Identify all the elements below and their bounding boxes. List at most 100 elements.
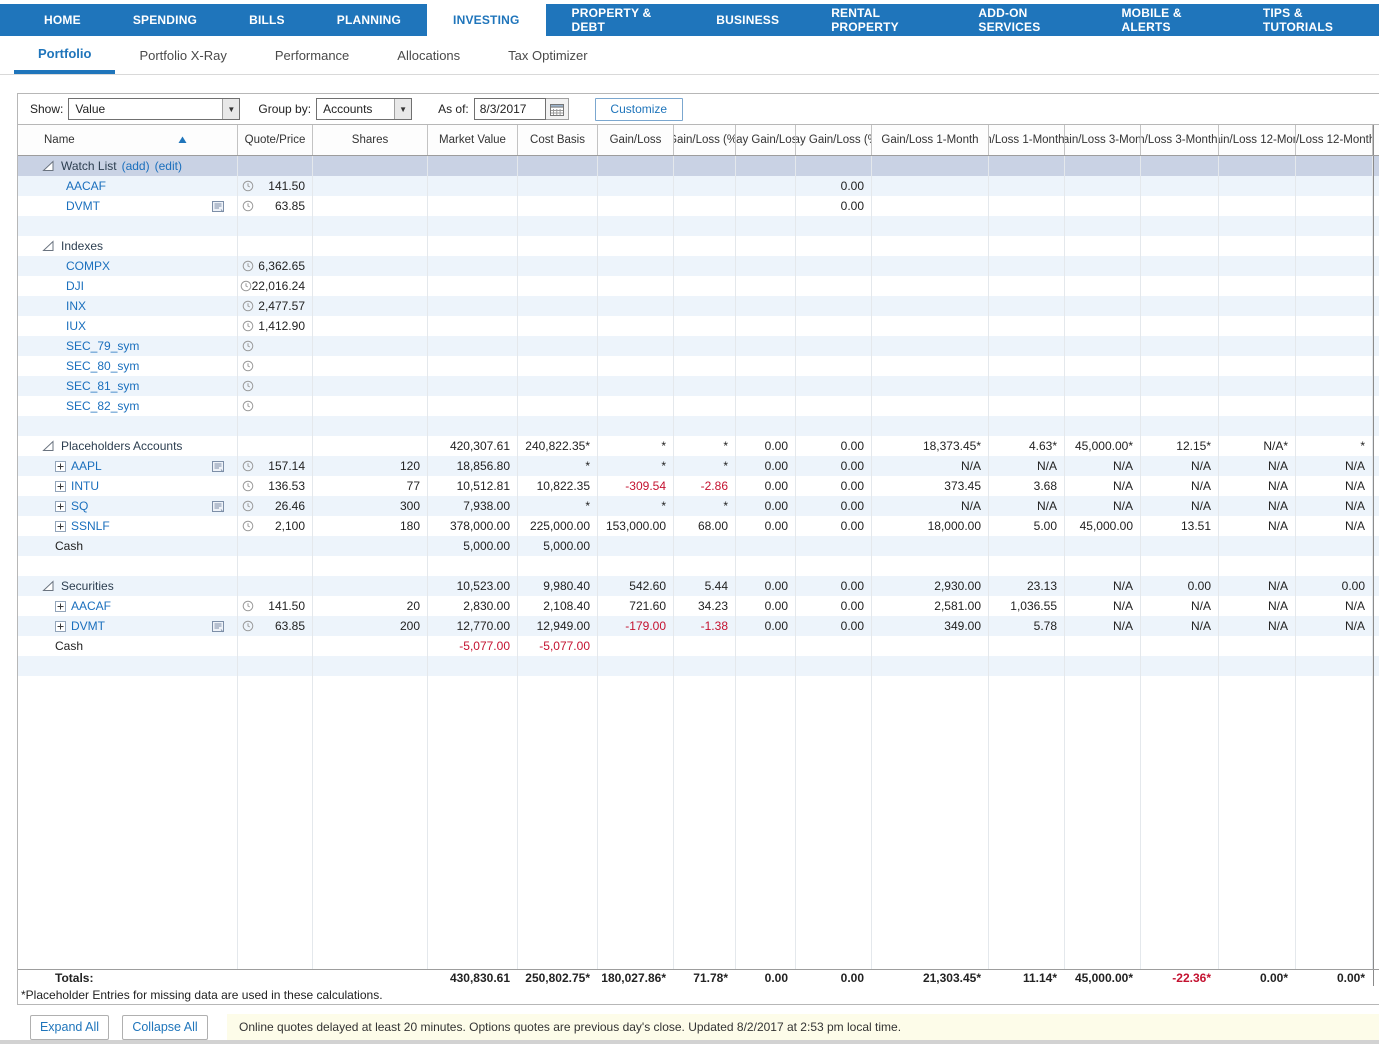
expand-plus-icon[interactable] [55, 521, 66, 532]
clipped-column [1373, 156, 1379, 176]
nav-tab-add-on-services[interactable]: ADD-ON SERVICES [952, 4, 1095, 36]
column-header-gain-loss-3-month-pct[interactable]: Gain/Loss 3-Month (%) [1141, 125, 1219, 155]
ticker-link[interactable]: SEC_81_sym [66, 379, 139, 393]
cell-quote-price [238, 156, 313, 176]
column-header-gain-loss-pct[interactable]: Gain/Loss (%) [674, 125, 736, 155]
collapse-triangle-icon[interactable] [42, 440, 55, 452]
ticker-link[interactable]: AACAF [66, 179, 106, 193]
nav-tab-bills[interactable]: BILLS [223, 4, 311, 36]
dropdown-arrow-icon[interactable]: ▼ [394, 99, 411, 119]
report-icon[interactable] [211, 200, 225, 213]
security-row-compx: COMPX6,362.65 [18, 256, 1379, 276]
cell-gain-loss-3-month: 45,000.00 [1065, 516, 1141, 536]
nav-tab-investing[interactable]: INVESTING [427, 0, 545, 36]
subnav-tab-portfolio-x-ray[interactable]: Portfolio X-Ray [115, 36, 250, 74]
expand-plus-icon[interactable] [55, 501, 66, 512]
column-header-cost-basis[interactable]: Cost Basis [518, 125, 598, 155]
ticker-link[interactable]: SEC_79_sym [66, 339, 139, 353]
group-by-dropdown[interactable]: Accounts ▼ [316, 98, 412, 120]
cell-value: 0.00 [841, 619, 864, 633]
calendar-icon[interactable] [546, 98, 569, 120]
nav-tab-rental-property[interactable]: RENTAL PROPERTY [805, 4, 952, 36]
column-header-gain-loss[interactable]: Gain/Loss [598, 125, 674, 155]
ticker-link[interactable]: SQ [71, 499, 88, 513]
show-dropdown[interactable]: Value ▼ [68, 98, 240, 120]
collapse-triangle-icon[interactable] [42, 580, 55, 592]
nav-tab-property-debt[interactable]: PROPERTY & DEBT [546, 4, 691, 36]
report-icon[interactable] [211, 620, 225, 633]
customize-button[interactable]: Customize [595, 98, 683, 121]
add-link[interactable]: (add) [122, 159, 150, 173]
collapse-triangle-icon[interactable] [42, 240, 55, 252]
total-quote-price [238, 970, 313, 986]
cell-gain-loss-1-month-pct [989, 156, 1065, 176]
cell-shares: 300 [313, 496, 428, 516]
ticker-link[interactable]: COMPX [66, 259, 110, 273]
ticker-link[interactable]: AACAF [71, 599, 111, 613]
cell-quote-price: 157.14 [238, 456, 313, 476]
cell-gain-loss-1-month [872, 256, 989, 276]
collapse-triangle-icon[interactable] [42, 160, 55, 172]
cell-gain-loss-3-month [1065, 416, 1141, 436]
edit-link[interactable]: (edit) [155, 159, 182, 173]
expand-plus-icon[interactable] [55, 481, 66, 492]
cell-value: 13.51 [1181, 519, 1211, 533]
collapse-all-button[interactable]: Collapse All [122, 1015, 208, 1040]
cell-value: 141.50 [268, 179, 305, 193]
cell-value: 2,930.00 [934, 579, 981, 593]
column-header-gain-loss-3-month[interactable]: Gain/Loss 3-Month [1065, 125, 1141, 155]
expand-plus-icon[interactable] [55, 461, 66, 472]
column-header-market-value[interactable]: Market Value [428, 125, 518, 155]
ticker-link[interactable]: INTU [71, 479, 99, 493]
cell-gain-loss-3-month [1065, 176, 1141, 196]
report-icon[interactable] [211, 460, 225, 473]
cell-value: * [661, 499, 666, 513]
nav-tab-tips-tutorials[interactable]: TIPS & TUTORIALS [1237, 4, 1379, 36]
nav-tab-spending[interactable]: SPENDING [107, 4, 223, 36]
cell-quote-price [238, 636, 313, 656]
column-header-gain-loss-1-month-pct[interactable]: Gain/Loss 1-Month (%) [989, 125, 1065, 155]
column-header-gain-loss-12-month-pct[interactable]: Gain/Loss 12-Month (%) [1296, 125, 1373, 155]
cell-value: 2,581.00 [934, 599, 981, 613]
ticker-link[interactable]: IUX [66, 319, 86, 333]
column-header-gain-loss-12-month[interactable]: Gain/Loss 12-Month [1219, 125, 1296, 155]
column-header-shares[interactable]: Shares [313, 125, 428, 155]
column-header-day-gain-loss[interactable]: Day Gain/Loss [736, 125, 796, 155]
ticker-link[interactable]: DJI [66, 279, 84, 293]
ticker-link[interactable]: AAPL [71, 459, 102, 473]
column-header-gain-loss-1-month[interactable]: Gain/Loss 1-Month [872, 125, 989, 155]
report-icon[interactable] [211, 500, 225, 513]
ticker-link[interactable]: SEC_80_sym [66, 359, 139, 373]
expand-all-button[interactable]: Expand All [30, 1015, 109, 1040]
total-value: 0.00* [1337, 971, 1365, 985]
ticker-link[interactable]: DVMT [71, 619, 105, 633]
total-gain-loss: 180,027.86* [598, 970, 674, 986]
ticker-link[interactable]: SEC_82_sym [66, 399, 139, 413]
cell-gain-loss-1-month-pct [989, 196, 1065, 216]
subnav-tab-performance[interactable]: Performance [251, 36, 373, 74]
name-cell: Cash [18, 636, 238, 656]
dropdown-arrow-icon[interactable]: ▼ [222, 99, 239, 119]
nav-tab-business[interactable]: BUSINESS [690, 4, 805, 36]
expand-plus-icon[interactable] [55, 621, 66, 632]
cell-day-gain-loss [736, 156, 796, 176]
empty-cell [598, 676, 674, 969]
ticker-link[interactable]: INX [66, 299, 86, 313]
nav-tab-home[interactable]: HOME [18, 4, 107, 36]
as-of-date-input[interactable]: 8/3/2017 [474, 98, 546, 120]
ticker-link[interactable]: SSNLF [71, 519, 110, 533]
column-header-name[interactable]: Name [18, 125, 238, 155]
subnav-tab-portfolio[interactable]: Portfolio [14, 36, 115, 74]
column-header-quote-price[interactable]: Quote/Price [238, 125, 313, 155]
subnav-tab-tax-optimizer[interactable]: Tax Optimizer [484, 36, 611, 74]
column-header-day-gain-loss-pct[interactable]: Day Gain/Loss (%) [796, 125, 872, 155]
expand-plus-icon[interactable] [55, 601, 66, 612]
nav-tab-planning[interactable]: PLANNING [311, 4, 427, 36]
nav-tab-mobile-alerts[interactable]: MOBILE & ALERTS [1095, 4, 1236, 36]
security-row-dji: DJI22,016.24 [18, 276, 1379, 296]
totals-label-text: Totals: [55, 971, 93, 985]
subnav-tab-allocations[interactable]: Allocations [373, 36, 484, 74]
cell-quote-price: 1,412.90 [238, 316, 313, 336]
ticker-link[interactable]: DVMT [66, 199, 100, 213]
cell-gain-loss-1-month [872, 536, 989, 556]
